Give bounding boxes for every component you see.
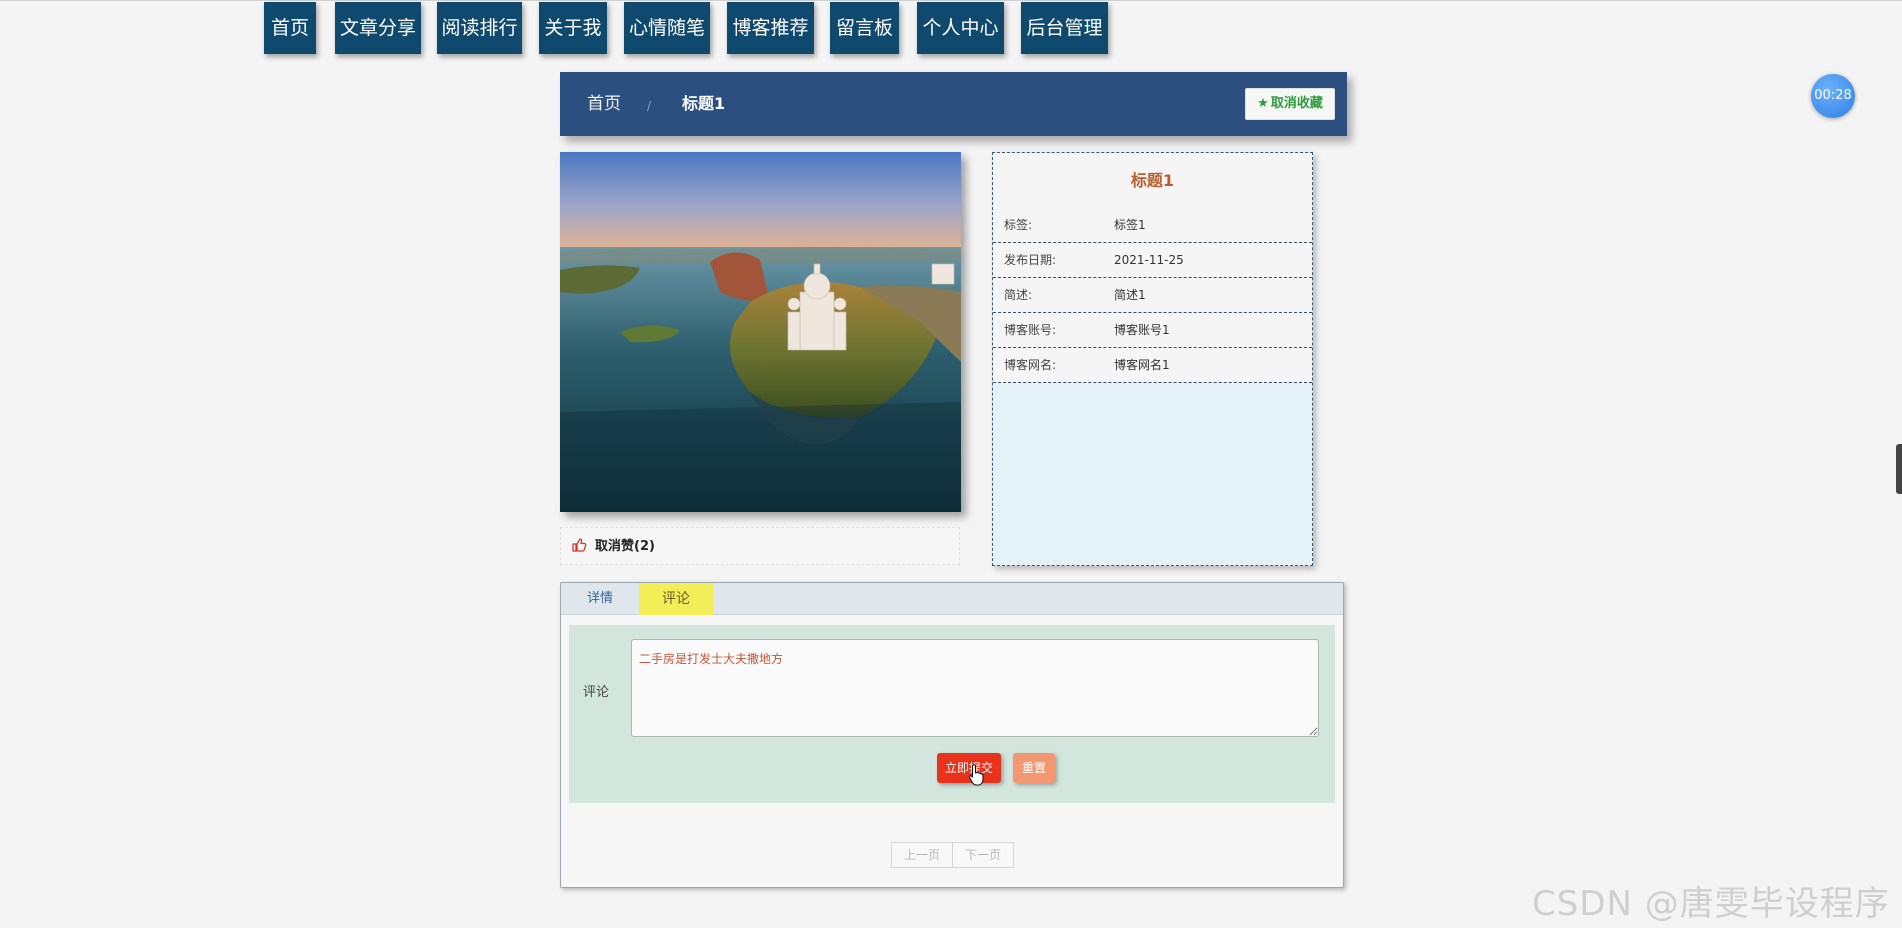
pagination: 上一页 下一页: [891, 842, 1015, 868]
nav-item-reading-rank[interactable]: 阅读排行: [437, 2, 522, 54]
info-key: 标签:: [1004, 218, 1033, 232]
side-scroll-handle[interactable]: [1896, 444, 1902, 494]
star-icon: ★: [1257, 96, 1269, 111]
info-row-summary: 简述: 简述1: [993, 278, 1312, 313]
nav-item-mood-notes[interactable]: 心情随笔: [624, 2, 710, 54]
submit-button[interactable]: 立即提交: [937, 753, 1001, 783]
info-value: 标签1: [1114, 218, 1146, 232]
info-row-blog-account: 博客账号: 博客账号1: [993, 313, 1312, 348]
info-key: 简述:: [1004, 288, 1033, 302]
info-row-tag: 标签: 标签1: [993, 208, 1312, 243]
info-key: 博客网名:: [1004, 358, 1057, 372]
unlike-label: 取消赞(2): [595, 539, 655, 554]
info-key: 博客账号:: [1004, 323, 1057, 337]
tab-comment[interactable]: 评论: [639, 583, 713, 615]
info-value: 简述1: [1114, 288, 1146, 302]
unfavorite-label: 取消收藏: [1270, 96, 1323, 111]
info-row-blog-nickname: 博客网名: 博客网名1: [993, 348, 1312, 383]
thumbs-up-icon: [572, 538, 587, 552]
comment-form: 评论 立即提交 重置: [569, 625, 1335, 803]
nav-item-admin[interactable]: 后台管理: [1021, 2, 1108, 54]
watermark: CSDN @唐雯毕设程序: [1532, 884, 1890, 924]
timer-badge[interactable]: 00:28: [1811, 74, 1855, 118]
tab-header: 详情 评论: [561, 583, 1343, 615]
tab-detail[interactable]: 详情: [561, 583, 639, 615]
reset-button[interactable]: 重置: [1013, 753, 1055, 783]
article-title: 标题1: [993, 153, 1312, 208]
breadcrumb-current: 标题1: [682, 94, 726, 113]
nav-item-home[interactable]: 首页: [264, 2, 316, 54]
article-picture: [560, 152, 961, 512]
prev-page-button[interactable]: 上一页: [891, 842, 954, 868]
article-info-panel: 标题1 标签: 标签1 发布日期: 2021-11-25 简述: 简述1 博客账…: [992, 152, 1313, 566]
breadcrumb-home-link[interactable]: 首页: [587, 72, 621, 136]
info-value: 2021-11-25: [1114, 253, 1184, 267]
next-page-button[interactable]: 下一页: [953, 842, 1015, 868]
comment-textarea[interactable]: [631, 639, 1319, 737]
nav-item-user-center[interactable]: 个人中心: [917, 2, 1004, 54]
castle-island-image: [560, 152, 961, 512]
info-value: 博客网名1: [1114, 358, 1170, 372]
nav-item-message-board[interactable]: 留言板: [830, 2, 899, 54]
unfavorite-button[interactable]: ★ 取消收藏: [1245, 88, 1335, 120]
nav-item-article-share[interactable]: 文章分享: [335, 2, 421, 54]
comment-label: 评论: [583, 685, 610, 700]
unlike-button[interactable]: 取消赞(2): [560, 527, 960, 565]
tabs-panel: 详情 评论 评论 立即提交 重置 上一页 下一页: [560, 582, 1344, 888]
breadcrumb-separator: /: [647, 99, 652, 113]
info-value: 博客账号1: [1114, 323, 1170, 337]
info-key: 发布日期:: [1004, 253, 1057, 267]
nav-item-blog-recommend[interactable]: 博客推荐: [727, 2, 814, 54]
nav-item-about-me[interactable]: 关于我: [539, 2, 607, 54]
top-border: [0, 0, 1902, 1]
info-row-publish-date: 发布日期: 2021-11-25: [993, 243, 1312, 278]
breadcrumb-bar: 首页 / 标题1 ★ 取消收藏: [560, 72, 1347, 136]
